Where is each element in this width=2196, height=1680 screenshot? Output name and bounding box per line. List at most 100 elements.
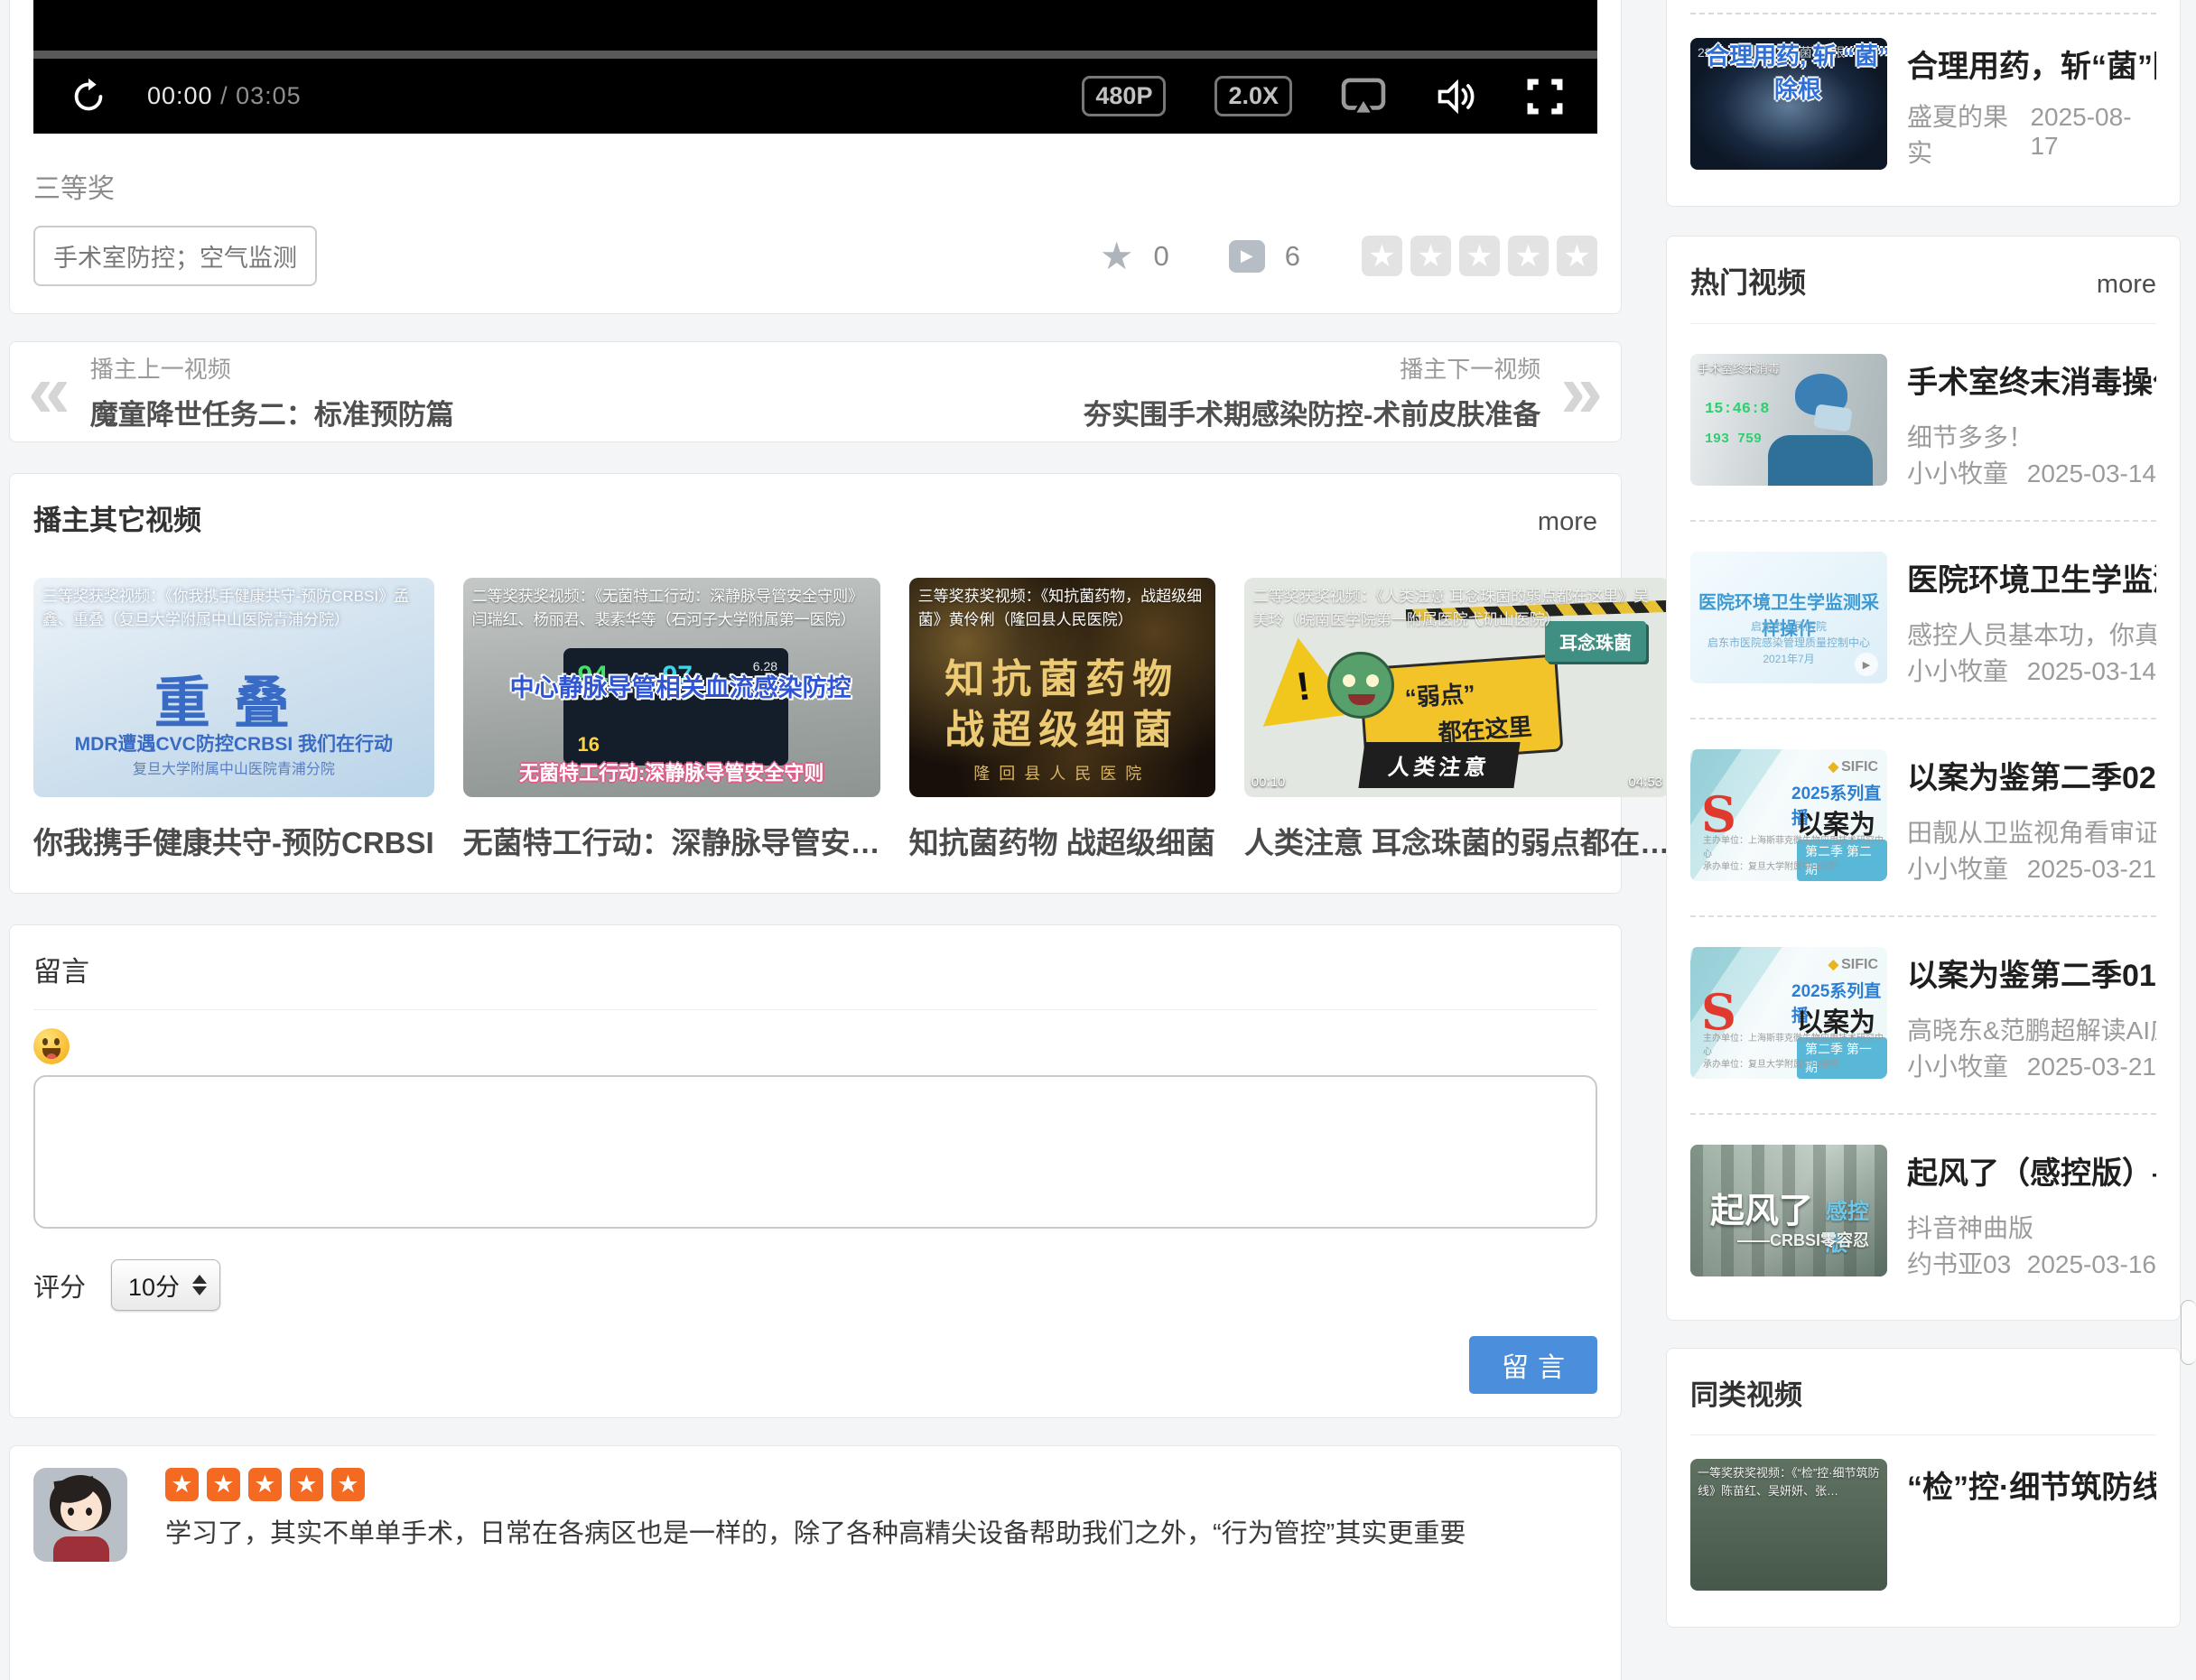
- speed-button[interactable]: 2.0X: [1214, 76, 1292, 116]
- video-thumbnail[interactable]: 二等奖获奖视频：《无菌特工行动：深静脉导管安全守则》闫瑞红、杨丽君、裴素华等（石…: [463, 578, 880, 797]
- video-thumbnail[interactable]: 22-合理用药，斩 “菌” 除根 合理用药, 斩 “菌” 除根: [1690, 38, 1887, 170]
- video-title[interactable]: “检”控·细节筑防线: [1907, 1462, 2156, 1507]
- uploader-video-card[interactable]: 三等奖获奖视频：《知抗菌药物，战超级细菌》黄伶俐（隆回县人民医院） 知抗菌药物 …: [909, 578, 1215, 862]
- rating-star-icon[interactable]: ★: [1362, 236, 1402, 276]
- sidebar-video-item[interactable]: 手术室终末消毒 15:46:8 193 759 手术室终末消毒操作… 细节多多！…: [1690, 324, 2156, 522]
- video-subtitle: 高晓东&范鹏超解读AI应用: [1907, 1011, 2156, 1047]
- next-video-title[interactable]: 夯实围手术期感染防控-术前皮肤准备: [1084, 392, 1540, 432]
- video-author[interactable]: 小小牧童: [1907, 1047, 2008, 1083]
- rating-star-icon[interactable]: ★: [1459, 236, 1500, 276]
- video-title[interactable]: 以案为鉴第二季02…: [1907, 753, 2156, 797]
- thumbnail-main-text: 合理用药, 斩 “菌” 除根: [1699, 38, 1887, 150]
- rating-stars[interactable]: ★ ★ ★ ★ ★: [1362, 236, 1597, 276]
- rating-star-icon[interactable]: ★: [1557, 236, 1597, 276]
- prev-next-nav: « 播主上一视频 魔童降世任务二：标准预防篇 播主下一视频 夯实围手术期感染防控…: [9, 341, 1622, 442]
- video-title[interactable]: 合理用药，斩“菌”除根: [1907, 42, 2156, 86]
- face-mask-graphic: [1813, 404, 1852, 432]
- star-icon: ★: [248, 1468, 282, 1501]
- replay-icon[interactable]: [68, 76, 109, 117]
- comment-input[interactable]: [33, 1075, 1597, 1229]
- next-chevron-icon[interactable]: »: [1560, 361, 1603, 422]
- cast-icon[interactable]: [1341, 78, 1386, 116]
- video-thumbnail[interactable]: 手术室终末消毒 15:46:8 193 759: [1690, 354, 1887, 486]
- rating-select[interactable]: 10分: [111, 1259, 220, 1311]
- video-progress-bar[interactable]: [33, 51, 1597, 59]
- video-title[interactable]: 起风了（感控版）—…: [1907, 1148, 2156, 1193]
- video-thumbnail[interactable]: 起风了 感控版 ——CRBSI零容忍: [1690, 1145, 1887, 1276]
- page-scrollbar-thumb[interactable]: [2181, 1300, 2196, 1365]
- video-thumbnail[interactable]: 三等奖获奖视频：《知抗菌药物，战超级细菌》黄伶俐（隆回县人民医院） 知抗菌药物 …: [909, 578, 1215, 797]
- uploader-more-link[interactable]: more: [1538, 507, 1597, 537]
- video-thumbnail[interactable]: S ◆SIFIC 2025系列直播 以案为鉴 第二季 第一期 主办单位：上海斯菲…: [1690, 947, 1887, 1079]
- video-author[interactable]: 盛夏的果实: [1907, 97, 2030, 170]
- video-thumbnail[interactable]: 一等奖获奖视频：《“检”控·细节筑防线》陈苗红、吴妍妍、张…: [1690, 1459, 1887, 1591]
- thumbnail-main-text: 重叠: [33, 657, 434, 738]
- video-caption[interactable]: 无菌特工行动：深静脉导管安…: [463, 819, 880, 862]
- fullscreen-icon[interactable]: [1527, 79, 1563, 115]
- emoji-picker-icon[interactable]: [33, 1028, 70, 1064]
- comment-section-header: 留言: [33, 949, 1597, 989]
- favorite-count: 0: [1154, 240, 1169, 273]
- video-date: 2025-03-21: [2027, 1053, 2156, 1081]
- video-caption[interactable]: 人类注意 耳念珠菌的弱点都在…: [1244, 819, 1670, 862]
- dashed-divider: [1690, 13, 2156, 14]
- submit-comment-button[interactable]: 留言: [1469, 1336, 1597, 1394]
- video-subtitle: 细节多多！: [1907, 418, 2156, 454]
- prev-video-link[interactable]: 播主上一视频 魔童降世任务二：标准预防篇: [90, 351, 454, 432]
- timecode-current: 00:10: [1252, 775, 1286, 790]
- video-caption[interactable]: 你我携手健康共守-预防CRBSI: [33, 819, 434, 862]
- uploader-video-card[interactable]: 三等奖获奖视频：《你我携手健康共守-预防CRBSI》孟鑫、重叠（复旦大学附属中山…: [33, 578, 434, 862]
- video-title[interactable]: 医院环境卫生学监测…: [1907, 555, 2156, 599]
- divider: [1690, 1434, 2156, 1435]
- video-title[interactable]: 以案为鉴第二季01…: [1907, 951, 2156, 995]
- time-display: 00:00 / 03:05: [147, 82, 302, 110]
- video-player-card: 00:00 / 03:05 480P 2.0X 三等奖 手: [9, 0, 1622, 314]
- uploader-video-card[interactable]: 二等奖获奖视频：《人类注意 耳念珠菌的弱点都在这里》吴美玲（皖南医学院第一附属医…: [1244, 578, 1670, 862]
- thumbnail-overlay-text: 手术室终末消毒: [1698, 359, 1780, 376]
- video-thumbnail[interactable]: S ◆SIFIC 2025系列直播 以案为鉴 第二季 第二期 主办单位：上海斯菲…: [1690, 749, 1887, 881]
- video-author[interactable]: 小小牧童: [1907, 454, 2008, 490]
- hot-videos-card: 热门视频 more 手术室终末消毒 15:46:8 193 759 手术室终末消…: [1666, 236, 2181, 1321]
- video-tag[interactable]: 手术室防控；空气监测: [33, 226, 317, 286]
- uploader-videos-header: 播主其它视频: [33, 497, 201, 538]
- video-title[interactable]: 手术室终末消毒操作…: [1907, 357, 2156, 402]
- thumbnail-overlay-text: 三等奖获奖视频：《你我携手健康共守-预防CRBSI》孟鑫、重叠（复旦大学附属中山…: [42, 585, 425, 633]
- thumbnail-small-text: 复旦大学附属中山医院青浦分院: [33, 756, 434, 778]
- sidebar-video-item[interactable]: S ◆SIFIC 2025系列直播 以案为鉴 第二季 第二期 主办单位：上海斯菲…: [1690, 719, 2156, 917]
- comment-text: 学习了，其实不单单手术，日常在各病区也是一样的，除了各种高精尖设备帮助我们之外，…: [165, 1516, 1466, 1553]
- slide-small-text: 主办单位：上海斯菲克微生物应用技术研究中心: [1703, 1030, 1887, 1057]
- play-count: 6: [1285, 240, 1300, 273]
- video-thumbnail[interactable]: 二等奖获奖视频：《人类注意 耳念珠菌的弱点都在这里》吴美玲（皖南医学院第一附属医…: [1244, 578, 1670, 797]
- video-date: 2025-03-14: [2027, 657, 2156, 686]
- hot-videos-header: 热门视频: [1690, 260, 1806, 302]
- main-column: 00:00 / 03:05 480P 2.0X 三等奖 手: [9, 0, 1622, 1680]
- volume-icon[interactable]: [1435, 78, 1478, 116]
- video-caption[interactable]: 知抗菌药物 战超级细菌: [909, 819, 1215, 862]
- thumbnail-overlay-text: 一等奖获奖视频：《“检”控·细节筑防线》陈苗红、吴妍妍、张…: [1698, 1464, 1880, 1499]
- prev-video-title[interactable]: 魔童降世任务二：标准预防篇: [90, 392, 454, 432]
- rating-star-icon[interactable]: ★: [1410, 236, 1451, 276]
- next-video-link[interactable]: 播主下一视频 夯实围手术期感染防控-术前皮肤准备 »: [1064, 351, 1603, 432]
- quality-button[interactable]: 480P: [1082, 76, 1166, 116]
- prev-chevron-icon[interactable]: «: [28, 361, 70, 422]
- timecode-total: 04:53: [1628, 775, 1662, 790]
- uploader-videos-section: 播主其它视频 more 三等奖获奖视频：《你我携手健康共守-预防CRBSI》孟鑫…: [9, 473, 1622, 894]
- sidebar-video-item[interactable]: 一等奖获奖视频：《“检”控·细节筑防线》陈苗红、吴妍妍、张… “检”控·细节筑防…: [1690, 1459, 2156, 1591]
- sidebar-video-item[interactable]: 22-合理用药，斩 “菌” 除根 合理用药, 斩 “菌” 除根 合理用药，斩“菌…: [1690, 38, 2156, 170]
- video-date: 2025-08-17: [2030, 103, 2156, 161]
- rating-label: 评分: [33, 1267, 86, 1304]
- video-author[interactable]: 约书亚03: [1907, 1245, 2011, 1281]
- sidebar-video-item[interactable]: 起风了 感控版 ——CRBSI零容忍 起风了（感控版）—… 抖音神曲版 约书亚0…: [1690, 1115, 2156, 1311]
- sidebar-video-item[interactable]: 医院环境卫生学监测采样操作 启东市人民医院 启东市医院感染管理质量控制中心 20…: [1690, 522, 2156, 719]
- favorite-star-icon[interactable]: ★: [1100, 237, 1134, 275]
- video-player[interactable]: 00:00 / 03:05 480P 2.0X: [33, 0, 1597, 134]
- rating-star-icon[interactable]: ★: [1508, 236, 1549, 276]
- comment-list-section: ★ ★ ★ ★ ★ 学习了，其实不单单手术，日常在各病区也是一样的，除了各种高精…: [9, 1445, 1622, 1680]
- uploader-video-card[interactable]: 二等奖获奖视频：《无菌特工行动：深静脉导管安全守则》闫瑞红、杨丽君、裴素华等（石…: [463, 578, 880, 862]
- video-thumbnail[interactable]: 三等奖获奖视频：《你我携手健康共守-预防CRBSI》孟鑫、重叠（复旦大学附属中山…: [33, 578, 434, 797]
- sidebar-video-item[interactable]: S ◆SIFIC 2025系列直播 以案为鉴 第二季 第一期 主办单位：上海斯菲…: [1690, 917, 2156, 1115]
- video-thumbnail[interactable]: 医院环境卫生学监测采样操作 启东市人民医院 启东市医院感染管理质量控制中心 20…: [1690, 552, 1887, 683]
- hot-videos-more-link[interactable]: more: [2097, 270, 2156, 300]
- video-author[interactable]: 小小牧童: [1907, 849, 2008, 886]
- video-author[interactable]: 小小牧童: [1907, 652, 2008, 688]
